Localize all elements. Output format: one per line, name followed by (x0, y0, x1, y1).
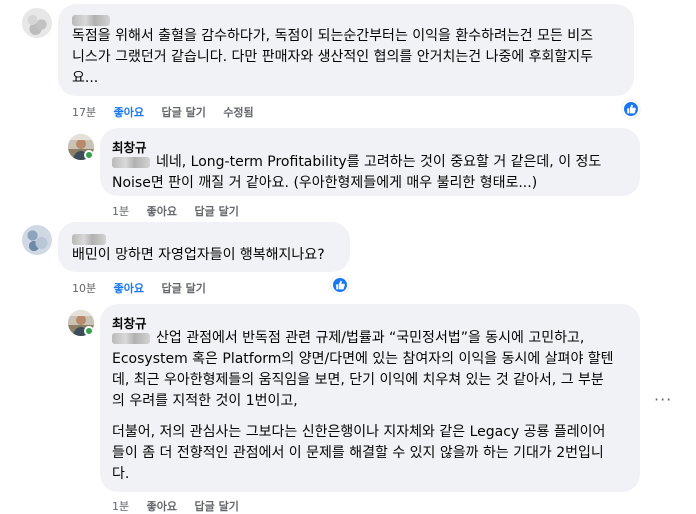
edited-label[interactable]: 수정됨 (223, 106, 253, 119)
comment-actions: 17분 좋아요 답글 달기 수정됨 (72, 104, 268, 120)
reply-text: 산업 관점에서 반독점 관련 규제/법률과 “국민정서법”을 동시에 고민하고,… (112, 330, 614, 482)
like-button[interactable]: 좋아요 (147, 205, 177, 218)
comment-text: 배민이 망하면 자영업자들이 행복해지나요? (72, 247, 325, 263)
like-reaction-icon[interactable] (331, 276, 349, 294)
reply-text: 네네, Long-term Profitability를 고려하는 것이 중요할… (112, 154, 602, 191)
comment-author-blurred[interactable] (72, 231, 106, 246)
online-status-icon (84, 326, 94, 336)
like-button[interactable]: 좋아요 (114, 282, 144, 295)
like-button[interactable]: 좋아요 (147, 500, 177, 513)
reply-actions: 1분 좋아요 답글 달기 (112, 203, 253, 219)
commenter-avatar[interactable] (22, 225, 52, 255)
online-status-icon (84, 150, 94, 160)
reply-actions: 1분 좋아요 답글 달기 (112, 498, 253, 514)
like-button[interactable]: 좋아요 (114, 106, 144, 119)
mentioned-user-blurred[interactable] (112, 156, 150, 168)
comment-time[interactable]: 17분 (72, 106, 96, 119)
reply-button[interactable]: 답글 달기 (195, 205, 239, 218)
comment-author-blurred[interactable] (72, 12, 110, 27)
reply-button[interactable]: 답글 달기 (162, 106, 206, 119)
more-options-icon[interactable]: ··· (654, 390, 672, 409)
comment-thread: 독점을 위해서 출혈을 감수하다가, 독점이 되는순간부터는 이익을 환수하려는… (0, 0, 696, 514)
comment-time[interactable]: 10분 (72, 282, 96, 295)
like-reaction-icon[interactable] (622, 100, 640, 118)
comment-actions: 10분 좋아요 답글 달기 (72, 280, 220, 296)
comment-text: 독점을 위해서 출혈을 감수하다가, 독점이 되는순간부터는 이익을 환수하려는… (72, 28, 594, 86)
reply-button[interactable]: 답글 달기 (162, 282, 206, 295)
reply-time[interactable]: 1분 (112, 205, 129, 218)
commenter-avatar[interactable] (22, 8, 52, 38)
mentioned-user-blurred[interactable] (112, 332, 150, 344)
reply-button[interactable]: 답글 달기 (195, 500, 239, 513)
reply-time[interactable]: 1분 (112, 500, 129, 513)
